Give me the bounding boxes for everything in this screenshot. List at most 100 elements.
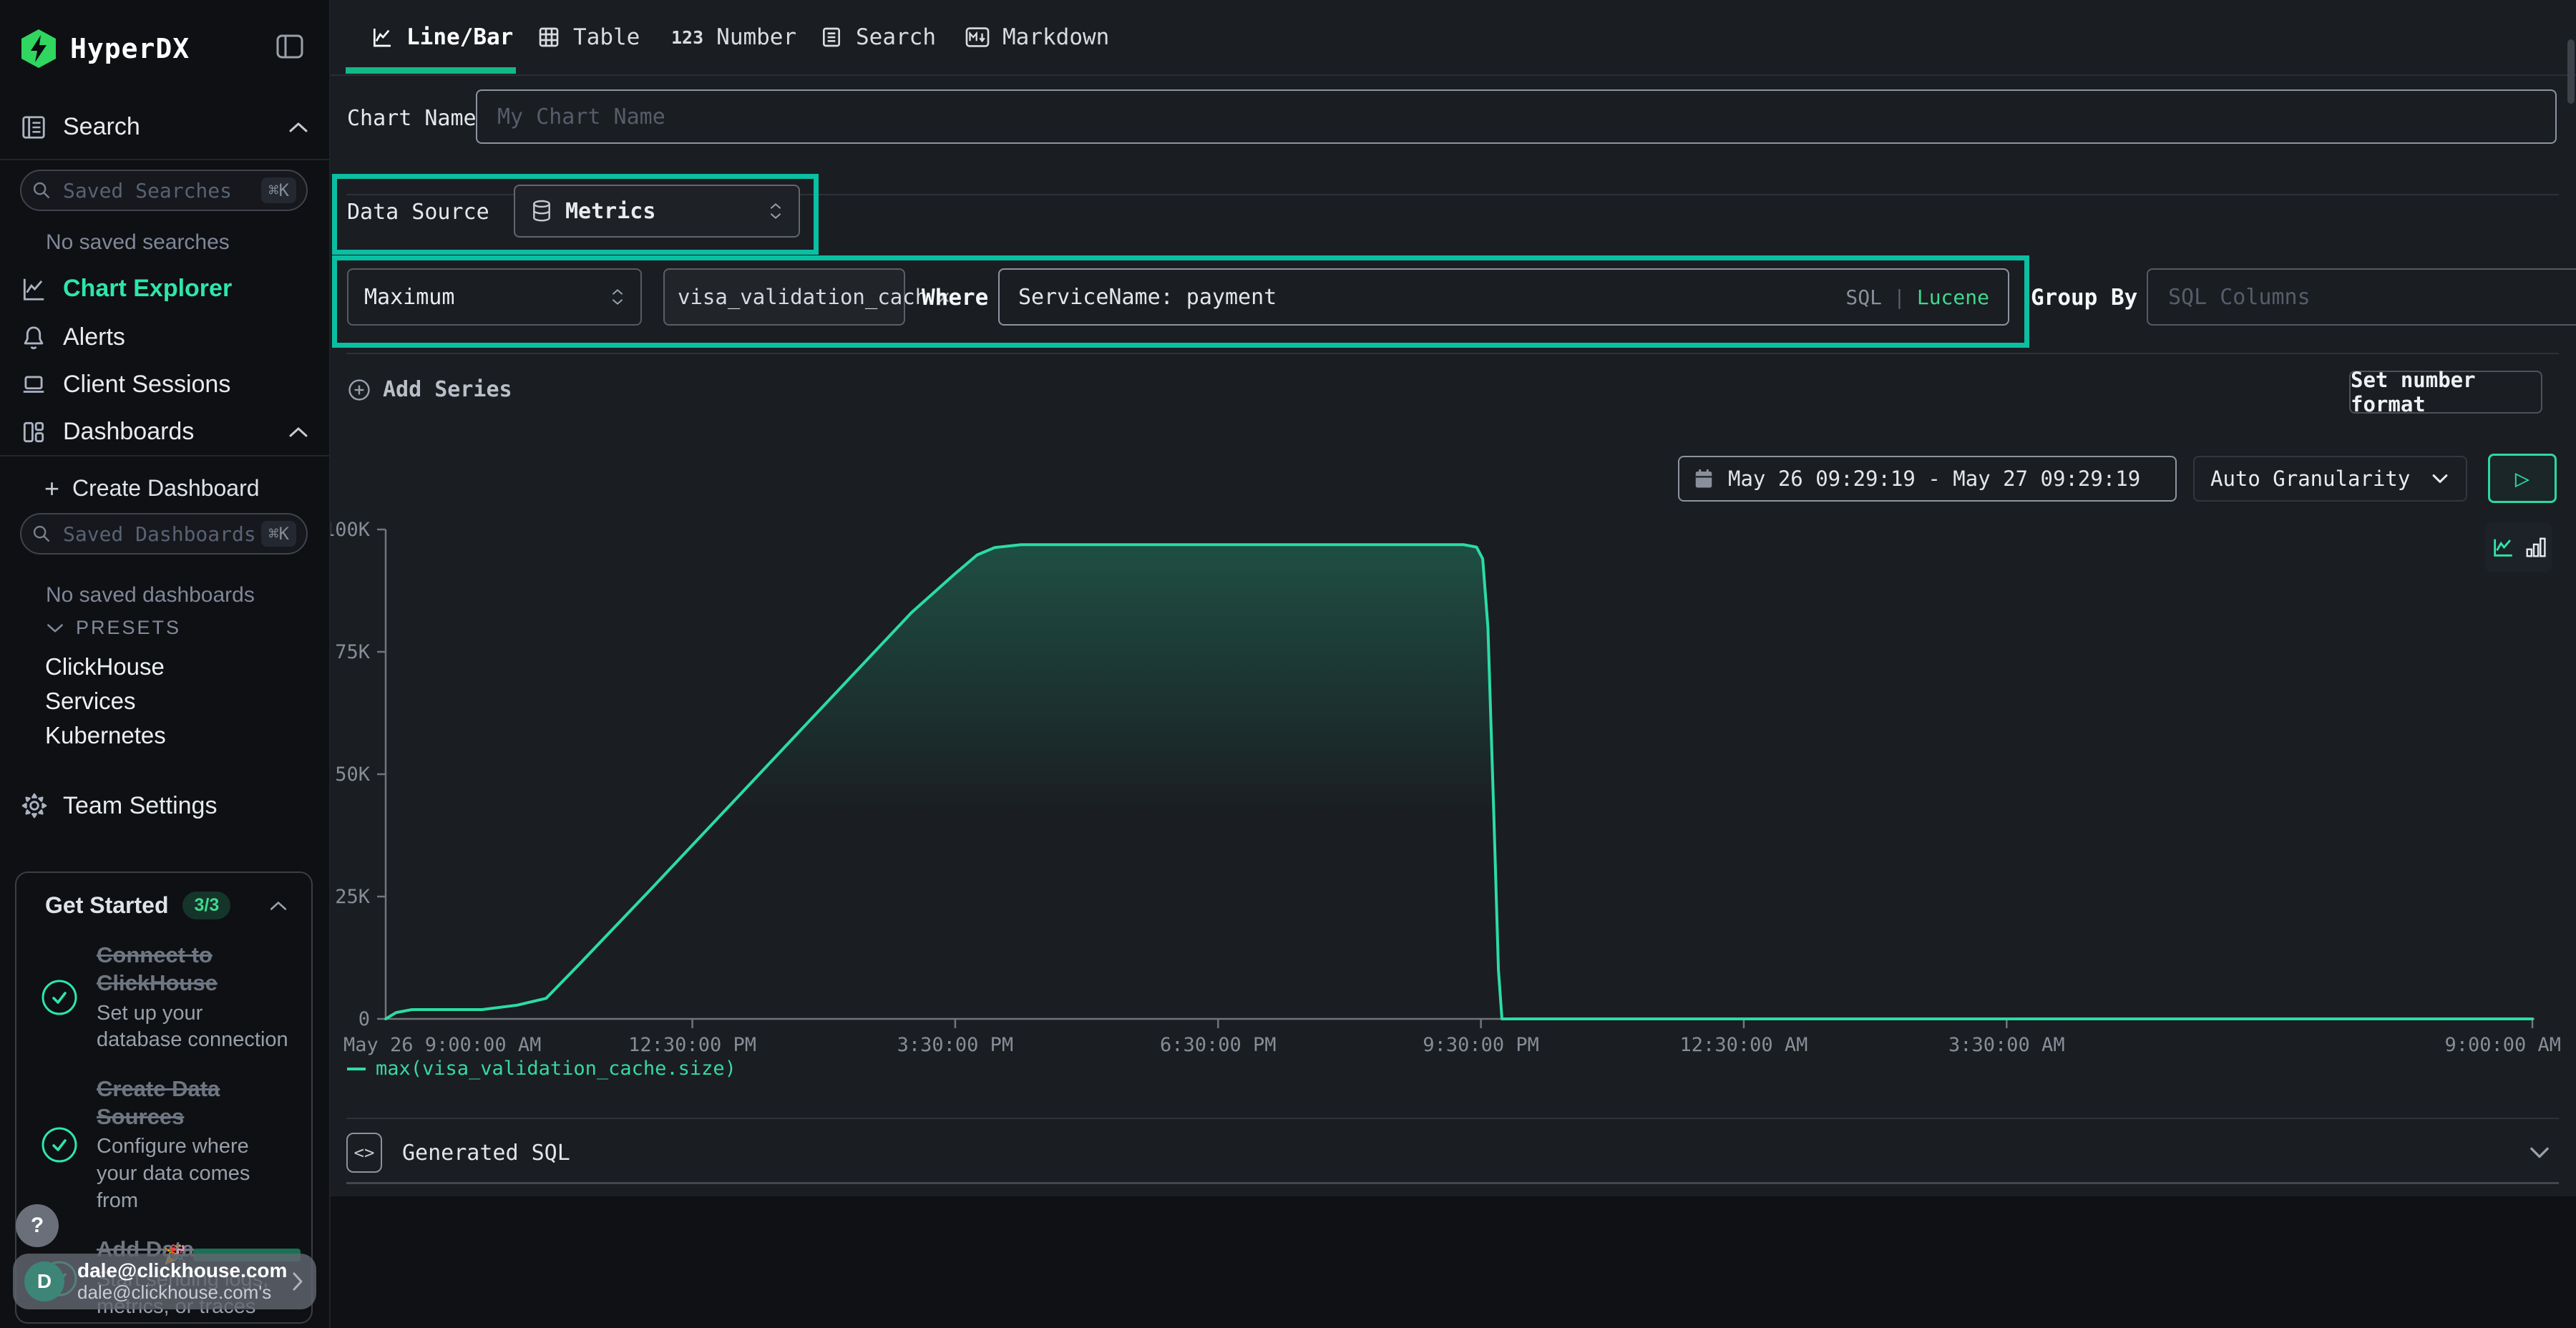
- where-input[interactable]: ServiceName: payment SQL | Lucene: [998, 268, 2009, 326]
- date-range-value: May 26 09:29:19 - May 27 09:29:19: [1728, 467, 2140, 491]
- set-number-format-label: Set number format: [2351, 368, 2541, 416]
- user-email: dale@clickhouse.com: [77, 1259, 287, 1282]
- aggregation-select[interactable]: Maximum: [347, 268, 642, 326]
- logo: HyperDX: [20, 29, 190, 69]
- sql-mode-toggle[interactable]: SQL: [1845, 285, 1882, 309]
- line-chart-icon: [371, 26, 394, 49]
- divider: [346, 353, 2559, 354]
- y-axis-tick-label: 50K: [335, 763, 371, 786]
- markdown-icon: [965, 26, 990, 48]
- tab-number[interactable]: 123 Number: [671, 0, 796, 74]
- toggle-separator: |: [1893, 285, 1906, 309]
- add-series-button[interactable]: Add Series: [347, 377, 512, 402]
- gear-icon: [20, 791, 49, 820]
- lucene-mode-toggle[interactable]: Lucene: [1917, 285, 1989, 309]
- search-icon: [31, 524, 52, 544]
- tab-label: Markdown: [1002, 24, 1109, 50]
- table-icon: [537, 26, 560, 49]
- search-icon: [31, 180, 52, 200]
- create-dashboard-label: Create Dashboard: [72, 475, 259, 502]
- tab-label: Number: [716, 24, 796, 50]
- sidebar-item-alerts[interactable]: Alerts: [20, 323, 125, 351]
- group-by-input[interactable]: [2147, 268, 2576, 326]
- no-saved-dashboards: No saved dashboards: [46, 583, 255, 607]
- sidebar-item-chart-explorer[interactable]: Chart Explorer: [20, 275, 232, 303]
- chevron-up-icon: [288, 426, 309, 439]
- check-circle-icon: [41, 979, 78, 1016]
- sidebar-preset-kubernetes[interactable]: Kubernetes: [45, 718, 166, 753]
- x-axis-tick-label: 9:30:00 PM: [1423, 1034, 1539, 1056]
- saved-dashboards-input[interactable]: ⌘K: [20, 513, 308, 555]
- laptop-icon: [20, 371, 47, 399]
- date-range-picker[interactable]: May 26 09:29:19 - May 27 09:29:19: [1678, 456, 2177, 502]
- tab-label: Line/Bar: [406, 24, 513, 50]
- chart-area[interactable]: 025K50K75K100KMay 26 9:00:00 AM12:30:00 …: [331, 501, 2576, 1073]
- legend-label: max(visa_validation_cache.size): [376, 1058, 736, 1080]
- shortcut-badge: ⌘K: [261, 521, 296, 547]
- granularity-select[interactable]: Auto Granularity: [2193, 456, 2467, 502]
- chart-name-input[interactable]: [476, 89, 2557, 144]
- add-series-label: Add Series: [383, 377, 512, 402]
- generated-sql-toggle[interactable]: <> Generated SQL: [346, 1129, 2559, 1176]
- tab-search[interactable]: Search: [820, 0, 936, 74]
- where-label: Where: [922, 285, 988, 311]
- tab-line-bar[interactable]: Line/Bar: [371, 0, 513, 74]
- sidebar-item-client-sessions[interactable]: Client Sessions: [20, 371, 230, 399]
- sidebar-search-label: Search: [63, 113, 140, 141]
- get-started-item[interactable]: Create Data SourcesConfigure where your …: [41, 1075, 293, 1215]
- chevron-down-icon: [2527, 1146, 2552, 1160]
- no-saved-searches: No saved searches: [46, 230, 230, 255]
- x-axis-tick-label: 3:30:00 PM: [897, 1034, 1014, 1056]
- saved-dashboards-field[interactable]: [62, 522, 261, 547]
- avatar: D: [24, 1261, 64, 1302]
- alerts-label: Alerts: [63, 323, 125, 351]
- chevron-down-icon: [46, 622, 64, 634]
- get-started-item[interactable]: Connect to ClickHouseSet up your databas…: [41, 942, 293, 1054]
- tab-markdown[interactable]: Markdown: [965, 0, 1109, 74]
- x-axis-tick-label: 6:30:00 PM: [1160, 1034, 1277, 1056]
- saved-searches-field[interactable]: [62, 178, 261, 203]
- scrollbar-thumb[interactable]: [2567, 39, 2575, 104]
- chart-name-label: Chart Name: [347, 106, 477, 131]
- chart-name-field[interactable]: [496, 104, 2537, 130]
- tab-table[interactable]: Table: [537, 0, 640, 74]
- data-source-select[interactable]: Metrics: [514, 185, 800, 238]
- get-started-header[interactable]: Get Started 3/3: [45, 892, 288, 919]
- help-icon: ?: [31, 1214, 44, 1238]
- code-icon: <>: [346, 1133, 382, 1173]
- sidebar-item-team-settings[interactable]: Team Settings: [20, 791, 217, 820]
- sidebar-preset-clickhouse[interactable]: ClickHouse: [45, 650, 166, 684]
- active-tab-underline: [346, 67, 516, 74]
- presets-list: ClickHouseServicesKubernetes: [45, 650, 166, 753]
- x-axis-tick-label: 12:30:00 PM: [628, 1034, 756, 1056]
- get-started-item-subtitle: Set up your database connection: [97, 1000, 293, 1054]
- help-button[interactable]: ?: [16, 1204, 59, 1247]
- list-icon: [820, 26, 843, 49]
- sidebar-item-search[interactable]: Search: [20, 113, 309, 141]
- chevron-up-icon: [288, 121, 309, 134]
- chart-type-tabbar: Line/Bar Table 123 Number: [331, 0, 2576, 76]
- run-query-button[interactable]: ▷: [2488, 454, 2557, 503]
- sidebar-preset-services[interactable]: Services: [45, 684, 166, 718]
- sidebar-item-dashboards[interactable]: Dashboards: [20, 418, 309, 446]
- get-started-badge: 3/3: [182, 892, 230, 919]
- chart-line-icon: [20, 275, 47, 303]
- chevron-down-icon: [2430, 473, 2450, 484]
- hyperdx-logo-icon: [20, 29, 57, 69]
- x-axis-start-label: May 26 9:00:00 AM: [343, 1034, 541, 1056]
- presets-toggle[interactable]: PRESETS: [46, 617, 181, 639]
- aggregation-value: Maximum: [364, 285, 454, 310]
- divider: [346, 1118, 2559, 1119]
- x-axis-tick-label: 3:30:00 AM: [1948, 1034, 2065, 1056]
- create-dashboard-button[interactable]: + Create Dashboard: [44, 475, 260, 502]
- journal-icon: [20, 114, 47, 141]
- client-sessions-label: Client Sessions: [63, 371, 230, 399]
- get-started-item-title: Connect to ClickHouse: [97, 942, 293, 997]
- user-menu[interactable]: D dale@clickhouse.com dale@clickhouse.co…: [13, 1254, 316, 1309]
- group-by-field[interactable]: [2167, 284, 2576, 311]
- set-number-format-button[interactable]: Set number format: [2349, 371, 2542, 414]
- metric-tag[interactable]: visa_validation_cach ×: [663, 268, 905, 326]
- sidebar-collapse-icon[interactable]: [276, 34, 303, 59]
- generated-sql-label: Generated SQL: [402, 1141, 570, 1166]
- saved-searches-input[interactable]: ⌘K: [20, 170, 308, 211]
